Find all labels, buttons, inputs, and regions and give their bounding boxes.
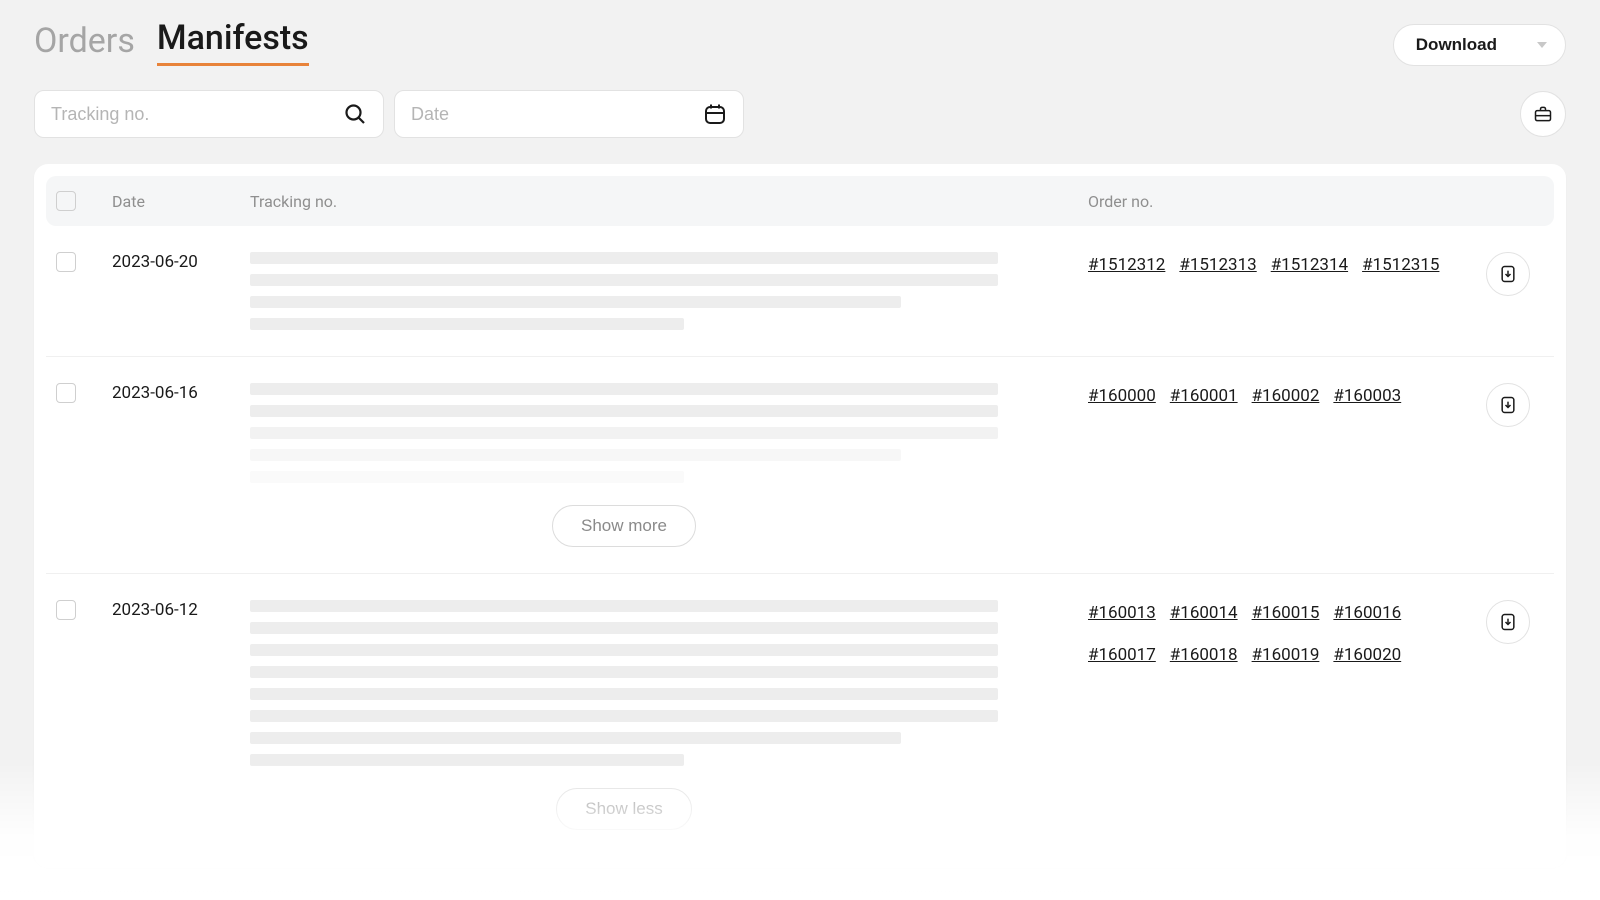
row-date: 2023-06-16 — [112, 383, 250, 403]
order-link[interactable]: #160003 — [1333, 383, 1401, 410]
col-date: Date — [112, 192, 250, 211]
order-numbers: #160000 #160001 #160002 #160003 — [1088, 383, 1468, 410]
order-link[interactable]: #160014 — [1170, 600, 1238, 627]
order-link[interactable]: #160016 — [1333, 600, 1401, 627]
table-row: 2023-06-12 Show less #160013 #160014 #160015… — [46, 574, 1554, 856]
date-input[interactable] — [411, 104, 703, 125]
tracking-skeleton: Show more — [250, 383, 1088, 547]
order-numbers: #1512312 #1512313 #1512314 #1512315 — [1088, 252, 1468, 279]
tab-orders[interactable]: Orders — [34, 23, 135, 66]
skeleton-line — [250, 296, 901, 308]
row-download-button[interactable] — [1486, 383, 1530, 427]
skeleton-line — [250, 471, 684, 483]
order-link[interactable]: #160018 — [1170, 642, 1238, 669]
skeleton-line — [250, 427, 998, 439]
tabs: Orders Manifests — [34, 20, 309, 66]
table-header: Date Tracking no. Order no. — [46, 176, 1554, 226]
row-checkbox[interactable] — [56, 383, 76, 403]
row-date: 2023-06-20 — [112, 252, 250, 272]
row-date: 2023-06-12 — [112, 600, 250, 620]
skeleton-line — [250, 710, 998, 722]
order-numbers: #160013 #160014 #160015 #160016 #160017 #1600… — [1088, 600, 1468, 668]
skeleton-line — [250, 383, 998, 395]
skeleton-line — [250, 600, 998, 612]
briefcase-button[interactable] — [1520, 91, 1566, 137]
skeleton-line — [250, 666, 998, 678]
col-order: Order no. — [1088, 192, 1468, 211]
order-link[interactable]: #1512312 — [1088, 252, 1165, 279]
order-link[interactable]: #160015 — [1252, 600, 1320, 627]
download-page-icon — [1498, 612, 1518, 632]
skeleton-line — [250, 688, 998, 700]
download-button-label: Download — [1416, 35, 1497, 55]
skeleton-line — [250, 274, 998, 286]
date-filter-wrap[interactable] — [394, 90, 744, 138]
download-button[interactable]: Download — [1393, 24, 1566, 66]
skeleton-line — [250, 644, 998, 656]
skeleton-line — [250, 732, 901, 744]
skeleton-line — [250, 449, 901, 461]
order-link[interactable]: #1512313 — [1179, 252, 1256, 279]
skeleton-line — [250, 754, 684, 766]
download-page-icon — [1498, 395, 1518, 415]
table-row: 2023-06-16 Show more #160000 #160001 #160002… — [46, 357, 1554, 574]
download-page-icon — [1498, 264, 1518, 284]
tracking-search-wrap[interactable] — [34, 90, 384, 138]
tab-manifests[interactable]: Manifests — [157, 20, 309, 66]
tracking-input[interactable] — [51, 104, 343, 125]
order-link[interactable]: #160002 — [1252, 383, 1320, 410]
order-link[interactable]: #1512314 — [1271, 252, 1348, 279]
show-more-button[interactable]: Show more — [552, 505, 696, 547]
skeleton-line — [250, 318, 684, 330]
order-link[interactable]: #160020 — [1333, 642, 1401, 669]
briefcase-icon — [1533, 104, 1553, 124]
skeleton-line — [250, 405, 998, 417]
manifests-table: Date Tracking no. Order no. 2023-06-20 #1… — [34, 164, 1566, 868]
tracking-skeleton — [250, 252, 1088, 330]
skeleton-line — [250, 622, 998, 634]
row-checkbox[interactable] — [56, 600, 76, 620]
search-icon — [343, 102, 367, 126]
calendar-icon — [703, 102, 727, 126]
row-checkbox[interactable] — [56, 252, 76, 272]
skeleton-line — [250, 252, 998, 264]
caret-down-icon — [1537, 42, 1547, 48]
tracking-skeleton: Show less — [250, 600, 1088, 830]
order-link[interactable]: #160013 — [1088, 600, 1156, 627]
order-link[interactable]: #160017 — [1088, 642, 1156, 669]
show-less-button[interactable]: Show less — [556, 788, 691, 830]
select-all-checkbox[interactable] — [56, 191, 76, 211]
col-tracking: Tracking no. — [250, 192, 1088, 211]
row-download-button[interactable] — [1486, 600, 1530, 644]
row-download-button[interactable] — [1486, 252, 1530, 296]
order-link[interactable]: #160001 — [1170, 383, 1238, 410]
order-link[interactable]: #1512315 — [1362, 252, 1439, 279]
table-row: 2023-06-20#1512312#1512313#1512314#15123… — [46, 226, 1554, 357]
order-link[interactable]: #160019 — [1252, 642, 1320, 669]
order-link[interactable]: #160000 — [1088, 383, 1156, 410]
